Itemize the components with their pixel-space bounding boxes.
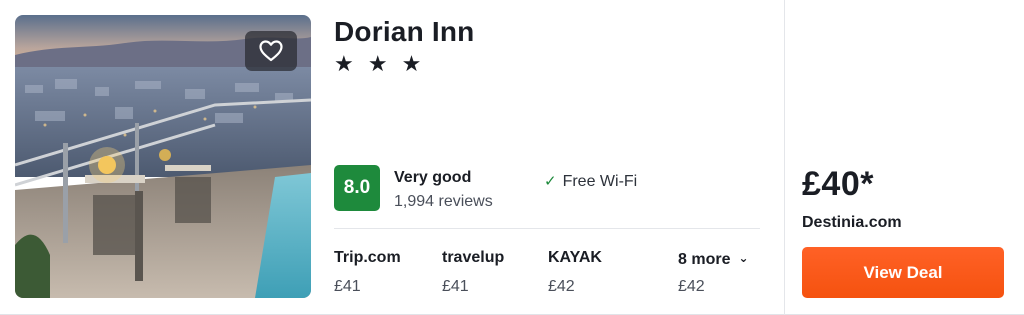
hotel-photo[interactable] xyxy=(15,15,311,298)
deal-provider: Destinia.com xyxy=(802,214,902,231)
check-icon: ✓ xyxy=(544,173,557,190)
offer-price: £41 xyxy=(442,278,469,295)
offer-price: £42 xyxy=(548,278,575,295)
view-deal-button[interactable]: View Deal xyxy=(802,247,1004,298)
hotel-details: Dorian Inn ★ ★ ★ 8.0 Very good 1,994 rev… xyxy=(334,15,760,299)
amenity-label: Free Wi-Fi xyxy=(562,173,638,190)
hotel-name[interactable]: Dorian Inn xyxy=(334,15,760,49)
offer-provider: Trip.com xyxy=(334,249,401,266)
column-divider xyxy=(784,0,785,315)
score-badge: 8.0 xyxy=(334,165,380,211)
favorite-button[interactable] xyxy=(245,31,297,71)
deal-price: £40* xyxy=(802,165,874,203)
offer-price: £41 xyxy=(334,278,361,295)
divider xyxy=(334,228,760,229)
chevron-down-icon: ⌄ xyxy=(738,251,749,265)
offer-provider: travelup xyxy=(442,249,505,266)
provider-offers: Trip.com £41 travelup £41 KAYAK £42 8 mo… xyxy=(334,248,760,298)
offer-provider: KAYAK xyxy=(548,249,602,266)
rating-label: Very good xyxy=(394,169,472,186)
best-deal-panel: £40* Destinia.com View Deal xyxy=(802,164,1004,298)
star-rating: ★ ★ ★ xyxy=(334,51,426,76)
hotel-result-card[interactable]: Dorian Inn ★ ★ ★ 8.0 Very good 1,994 rev… xyxy=(0,0,1024,315)
review-count[interactable]: 1,994 reviews xyxy=(394,193,493,211)
offer-kayak[interactable]: KAYAK £42 xyxy=(548,248,602,297)
more-offers-price: £42 xyxy=(678,278,705,295)
more-offers-label: 8 more xyxy=(678,251,731,268)
offer-travelup[interactable]: travelup £41 xyxy=(442,248,504,297)
heart-icon xyxy=(259,40,283,62)
more-offers-button[interactable]: 8 more ⌄ £42 xyxy=(678,250,749,297)
offer-tripcom[interactable]: Trip.com £41 xyxy=(334,248,401,297)
rating-row: 8.0 Very good 1,994 reviews ✓ Free Wi-Fi xyxy=(334,165,760,213)
amenity-wifi: ✓ Free Wi-Fi xyxy=(544,172,637,191)
